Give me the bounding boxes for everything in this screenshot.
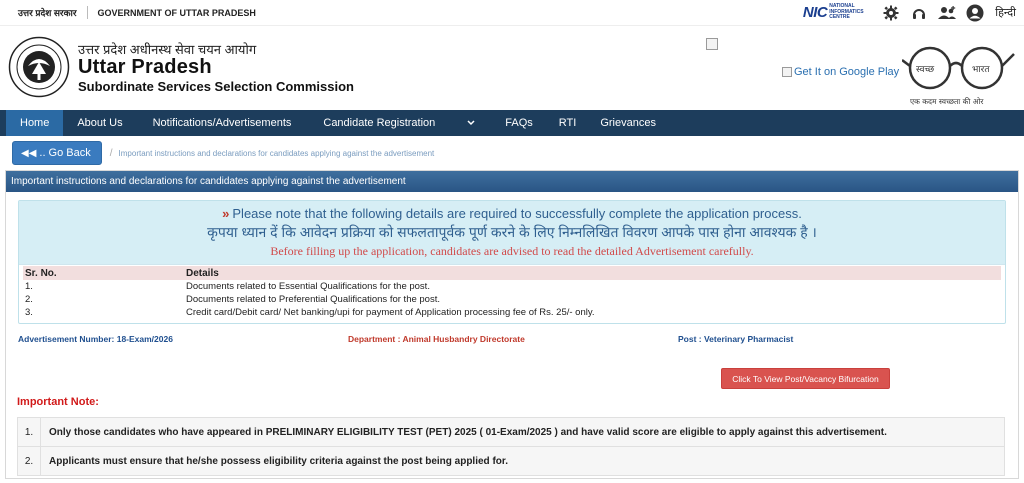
row-detail: Documents related to Essential Qualifica… — [186, 281, 430, 292]
notice-english-text: Please note that the following details a… — [232, 206, 802, 221]
header-details: Details — [186, 267, 219, 279]
language-toggle-link[interactable]: हिन्दी — [995, 5, 1016, 20]
broken-image-icon — [706, 38, 718, 50]
breadcrumb: ◀◀ .. Go Back / Important instructions a… — [0, 136, 1024, 170]
broken-image-icon — [782, 67, 792, 77]
swachh-left-text: स्वच्छ — [916, 65, 935, 75]
row-number: 1. — [25, 281, 33, 292]
divider — [86, 6, 88, 19]
row-number: 3. — [25, 307, 33, 318]
note-number: 2. — [24, 455, 34, 467]
important-note-heading: Important Note: — [17, 396, 99, 408]
go-back-button[interactable]: ◀◀ .. Go Back — [12, 141, 102, 165]
nav-grievances[interactable]: Grievances — [588, 110, 668, 136]
commission-emblem-icon[interactable] — [8, 36, 70, 98]
department: Department : Animal Husbandry Directorat… — [348, 334, 525, 344]
nic-mark: NIC — [802, 4, 828, 21]
requirements-notice: » Please note that the following details … — [18, 200, 1006, 324]
top-strip: उत्तर प्रदेश सरकार GOVERNMENT OF UTTAR P… — [0, 0, 1024, 26]
breadcrumb-current[interactable]: Important instructions and declarations … — [119, 149, 435, 158]
row-detail: Credit card/Debit card/ Net banking/upi … — [186, 307, 595, 318]
user-icon[interactable] — [961, 2, 989, 24]
gear-icon[interactable] — [877, 2, 905, 24]
requirements-table: Sr. No. Details 1. Documents related to … — [23, 265, 1001, 319]
advertisement-info: Advertisement Number: 18-Exam/2026 Depar… — [18, 334, 1006, 346]
note-text: Applicants must ensure that he/she posse… — [40, 447, 1004, 475]
headset-icon[interactable] — [905, 2, 933, 24]
site-header: उत्तर प्रदेश अधीनस्थ सेवा चयन आयोग Uttar… — [0, 26, 1024, 110]
view-vacancy-bifurcation-button[interactable]: Click To View Post/Vacancy Bifurcation — [721, 368, 890, 389]
google-play-link-text: Get It on Google Play — [794, 66, 900, 78]
table-row: 1. Only those candidates who have appear… — [18, 418, 1004, 447]
notice-hindi: कृपया ध्यान दें कि आवेदन प्रक्रिया को सफ… — [207, 224, 817, 240]
main-nav: Home About Us Notifications/Advertisemen… — [0, 110, 1024, 136]
swachh-right-text: भारत — [972, 65, 990, 75]
swachh-tagline: एक कदम स्वच्छता की ओर — [910, 97, 984, 106]
swachh-bharat-logo-icon: स्वच्छ भारत एक कदम स्वच्छता की ओर — [902, 46, 1015, 106]
note-number: 1. — [24, 426, 34, 438]
chevron-down-icon[interactable] — [451, 110, 491, 136]
header-sr-no: Sr. No. — [25, 267, 57, 279]
notice-warning: Before filling up the application, candi… — [270, 244, 754, 258]
nav-notifications[interactable]: Notifications/Advertisements — [137, 110, 308, 136]
users-icon[interactable] — [933, 2, 961, 24]
table-header: Sr. No. Details — [23, 266, 1001, 280]
advertisement-number: Advertisement Number: 18-Exam/2026 — [18, 334, 173, 344]
nav-candidate-registration[interactable]: Candidate Registration — [307, 110, 451, 136]
notice-banner: » Please note that the following details … — [19, 201, 1005, 265]
panel-title: Important instructions and declarations … — [6, 171, 1018, 192]
table-row: 3. Credit card/Debit card/ Net banking/u… — [23, 306, 1001, 319]
table-row: 2. Applicants must ensure that he/she po… — [18, 447, 1004, 475]
notice-english: » Please note that the following details … — [19, 206, 1005, 221]
org-title: Uttar Pradesh — [78, 56, 212, 78]
note-text: Only those candidates who have appeared … — [40, 418, 1004, 446]
org-subtitle: Subordinate Services Selection Commissio… — [78, 79, 354, 94]
nav-about-us[interactable]: About Us — [63, 110, 136, 136]
row-detail: Documents related to Preferential Qualif… — [186, 294, 440, 305]
nav-faqs[interactable]: FAQs — [491, 110, 547, 136]
hindi-government-text: उत्तर प्रदेश सरकार — [18, 8, 77, 18]
nic-logo[interactable]: NIC NATIONAL INFORMATICS CENTRE — [802, 3, 864, 21]
top-tools: NIC NATIONAL INFORMATICS CENTRE हिन्दी — [803, 2, 1016, 24]
nav-rti[interactable]: RTI — [547, 110, 589, 136]
google-play-link[interactable]: Get It on Google Play — [782, 66, 899, 78]
post-name: Post : Veterinary Pharmacist — [678, 334, 794, 344]
nav-home[interactable]: Home — [6, 110, 64, 136]
row-number: 2. — [25, 294, 33, 305]
nic-text: NATIONAL INFORMATICS CENTRE — [829, 3, 864, 21]
important-notes-table: 1. Only those candidates who have appear… — [17, 417, 1005, 476]
english-government-text: GOVERNMENT OF UTTAR PRADESH — [97, 7, 256, 18]
table-row: 1. Documents related to Essential Qualif… — [23, 280, 1001, 293]
table-row: 2. Documents related to Preferential Qua… — [23, 293, 1001, 306]
breadcrumb-separator: / — [109, 147, 113, 159]
government-label: उत्तर प्रदेश सरकार GOVERNMENT OF UTTAR P… — [18, 6, 256, 19]
go-back-label: .. Go Back — [39, 147, 91, 159]
double-chevron-left-icon: ◀◀ — [21, 147, 37, 159]
raquo-icon: » — [222, 206, 230, 221]
